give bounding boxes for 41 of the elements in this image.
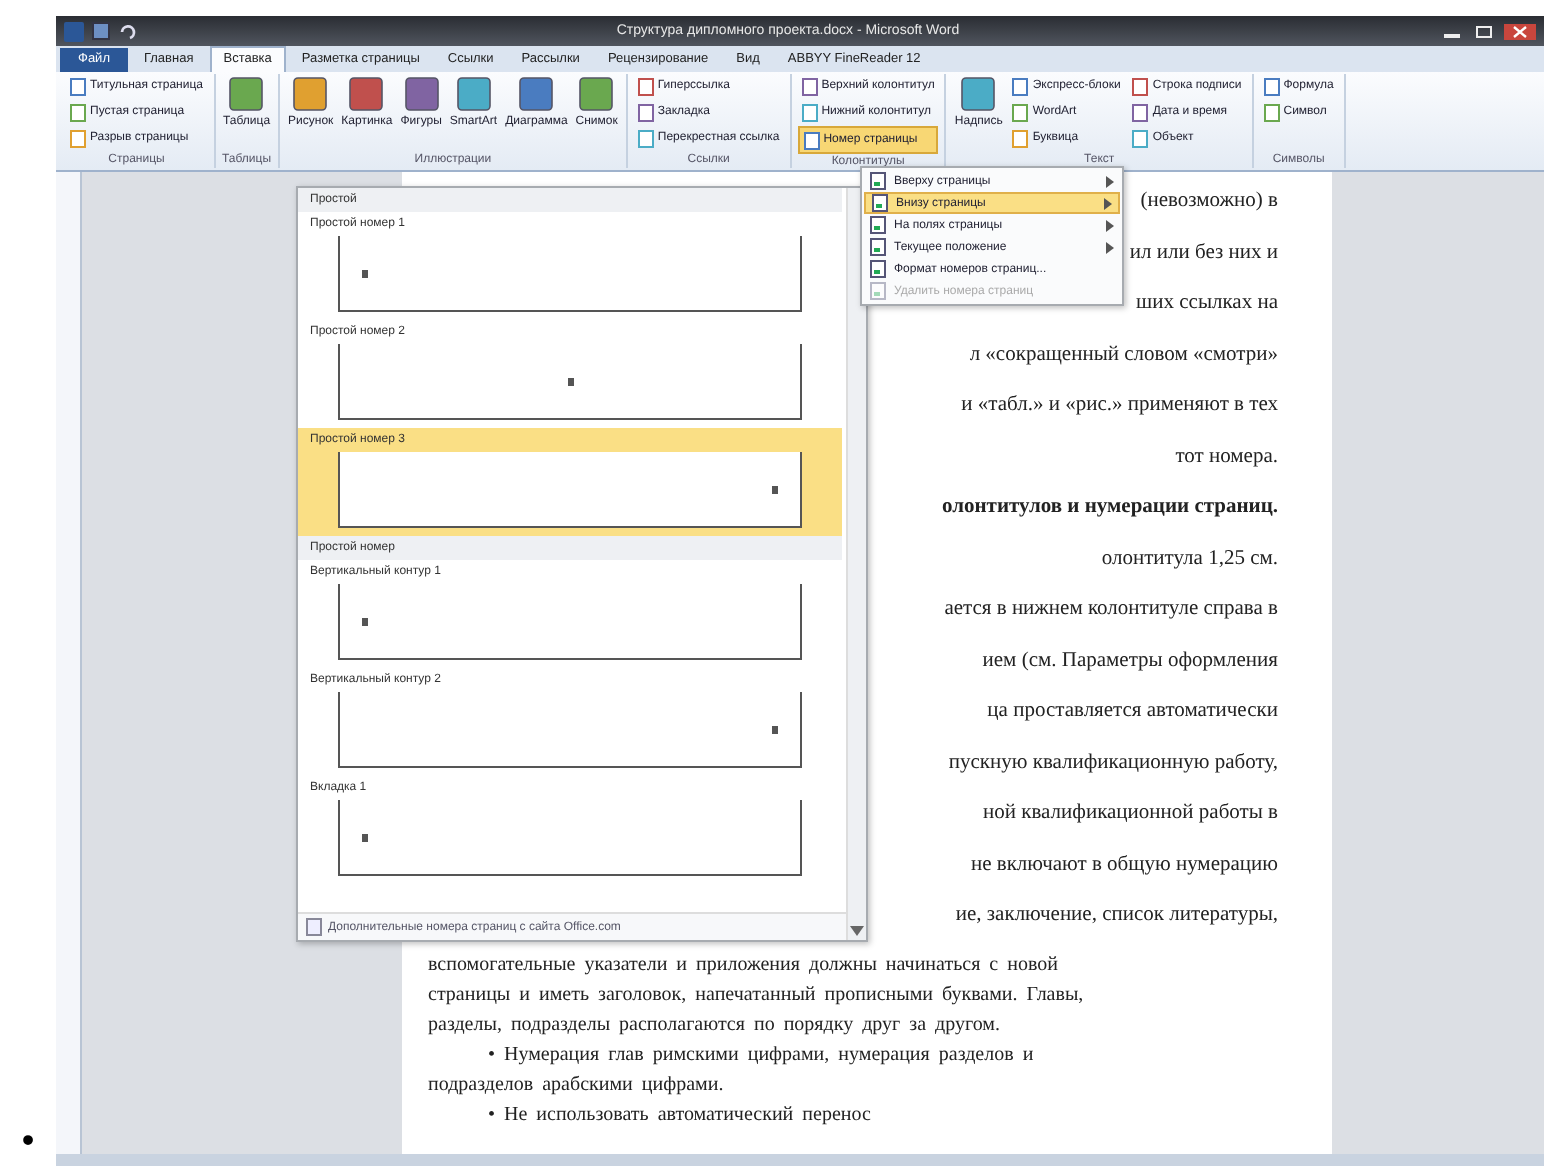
body-text: ается в нижнем колонтитуле справа в (944, 596, 1278, 624)
bullet-mark: • (21, 1122, 35, 1158)
page-icon (306, 918, 322, 936)
page-number-icon (360, 615, 370, 627)
page-number-icon (872, 194, 888, 212)
page-number-icon (870, 172, 886, 190)
body-text: л «сокращенный словом «смотри» (969, 341, 1278, 369)
body-text: • Нумерация глав римскими цифрами, нумерация разделов и (486, 1041, 1036, 1069)
maximize-icon[interactable] (1471, 23, 1496, 39)
page-number-icon (870, 238, 886, 256)
page-number-icon (870, 216, 886, 234)
body-text: ших ссылках на (1136, 290, 1278, 318)
body-text: страницы и иметь заголовок, напечатанный прописными буквами. Главы, (428, 981, 1086, 1009)
page-number-icon (360, 831, 370, 843)
save-icon[interactable] (92, 22, 110, 40)
page-number-icon (360, 267, 370, 279)
body-text: ца проставляется автоматически (987, 698, 1278, 726)
body-text: пускную квалификационную работу, (948, 749, 1278, 777)
body-text: ной квалификационной работы в (983, 800, 1278, 828)
body-text: ие, заключение, список литературы, (955, 902, 1278, 930)
body-text: подразделов арабскими цифрами. (428, 1071, 726, 1099)
page-number-icon (770, 723, 780, 735)
body-text: олонтитула 1,25 см. (1101, 545, 1278, 573)
undo-icon[interactable] (118, 22, 136, 40)
heading-text: олонтитулов и нумерации страниц. (941, 494, 1278, 522)
body-text: не включают в общую нумерацию (970, 851, 1278, 879)
page-number-icon (770, 483, 780, 495)
body-text: (невозможно) в (1140, 188, 1278, 216)
body-text: разделы, подразделы располагаются по порядку друг за другом. (428, 1011, 1002, 1039)
down-arrow-icon[interactable] (850, 926, 864, 936)
page-number-icon (870, 260, 886, 278)
body-text: вспомогательные указатели и приложения должны начинаться с новой (428, 951, 1060, 979)
close-icon[interactable] (1503, 23, 1536, 39)
body-text: ием (см. Параметры оформления (982, 647, 1278, 675)
scroll-bar[interactable] (846, 188, 866, 940)
page-number-icon (565, 375, 575, 387)
page-number-icon (870, 282, 886, 300)
body-text: тот номера. (1175, 443, 1278, 471)
body-text: и «табл.» и «рис.» применяют в тех (961, 392, 1278, 420)
body-text: ил или без них и (1129, 239, 1278, 267)
body-text: • Не использовать автоматический перенос (486, 1101, 873, 1129)
